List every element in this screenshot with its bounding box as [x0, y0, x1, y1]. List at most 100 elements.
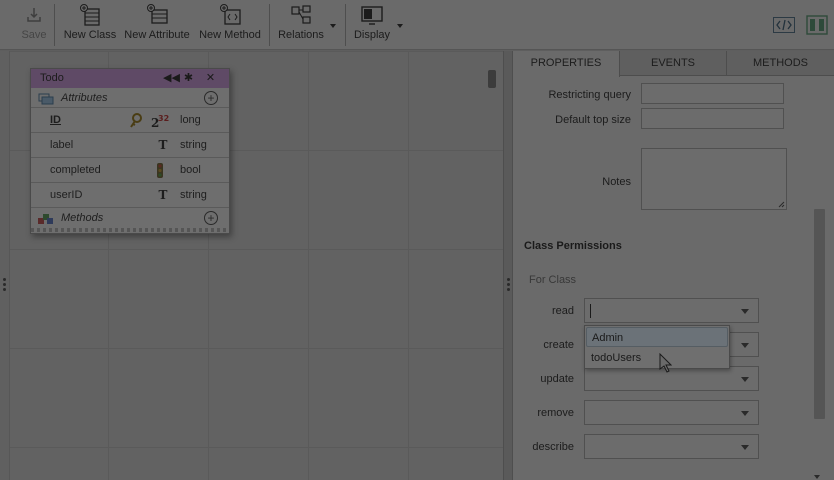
text-type-icon: T — [158, 138, 168, 152]
attribute-type: bool — [180, 164, 201, 176]
read-dropdown-list: Admin todoUsers — [584, 325, 730, 369]
attributes-icon — [38, 92, 54, 105]
methods-icon — [38, 212, 54, 224]
text-cursor — [590, 304, 591, 318]
attribute-row[interactable]: completed bool — [31, 158, 229, 183]
attribute-name: label — [50, 139, 74, 151]
restricting-query-input[interactable] — [641, 83, 784, 104]
permission-label-update: update — [540, 373, 574, 385]
left-splitter[interactable] — [0, 51, 10, 480]
new-class-icon — [79, 4, 101, 26]
read-select[interactable] — [584, 298, 759, 323]
attribute-name: completed — [50, 164, 101, 176]
describe-select[interactable] — [584, 434, 759, 459]
code-view-icon[interactable] — [773, 17, 795, 33]
add-attribute-icon[interactable]: + — [204, 91, 218, 105]
traffic-light-icon — [155, 163, 165, 178]
relations-dropdown-icon[interactable] — [330, 24, 336, 28]
notes-label: Notes — [602, 176, 631, 188]
tab-events[interactable]: EVENTS — [620, 51, 727, 76]
new-attribute-button[interactable]: New Attribute — [124, 4, 190, 46]
permission-label-read: read — [551, 305, 574, 317]
class-footer — [31, 228, 229, 232]
permission-label-remove: remove — [537, 407, 574, 419]
restricting-query-label: Restricting query — [548, 89, 631, 101]
default-top-size-label: Default top size — [555, 114, 631, 126]
attribute-row[interactable]: userID T string — [31, 183, 229, 208]
mouse-cursor-icon — [659, 352, 673, 373]
new-attribute-label: New Attribute — [124, 29, 190, 41]
tab-properties[interactable]: PROPERTIES — [513, 51, 620, 77]
attributes-section[interactable]: Attributes + — [31, 88, 229, 108]
methods-label: Methods — [61, 212, 104, 224]
new-method-button[interactable]: New Method — [198, 4, 262, 46]
default-top-size-input[interactable] — [641, 108, 784, 129]
attribute-name: ID — [50, 114, 61, 126]
toolbar: Save New Class New Attribute New Method … — [0, 0, 834, 50]
remove-select[interactable] — [584, 400, 759, 425]
permission-label-create: create — [543, 339, 574, 351]
permission-label-describe: describe — [532, 441, 574, 453]
svg-text:32: 32 — [158, 114, 169, 123]
save-icon — [23, 4, 45, 26]
grip-dot — [3, 288, 6, 291]
display-dropdown-icon[interactable] — [397, 24, 403, 28]
class-header[interactable]: Todo ◀◀ ✱ ✕ — [31, 69, 229, 88]
dropdown-option-admin[interactable]: Admin — [586, 327, 728, 347]
display-icon — [361, 4, 383, 26]
panel-tabs: PROPERTIES EVENTS METHODS — [513, 51, 834, 77]
attribute-row[interactable]: label T string — [31, 133, 229, 158]
panel-scrollbar-thumb[interactable] — [814, 209, 825, 419]
for-class-label: For Class — [529, 274, 577, 286]
grip-dot — [3, 283, 6, 286]
key-number-icon: 2 32 — [130, 112, 170, 130]
relations-icon — [290, 4, 312, 26]
relations-label: Relations — [278, 29, 324, 41]
class-title: Todo — [40, 72, 64, 84]
panel-splitter[interactable] — [503, 51, 513, 480]
relations-button[interactable]: Relations — [275, 4, 327, 46]
new-method-icon — [219, 4, 241, 26]
grip-dot — [507, 283, 510, 286]
attributes-label: Attributes — [61, 92, 108, 104]
attribute-row[interactable]: ID 2 32 long — [31, 108, 229, 133]
attribute-type: string — [180, 189, 207, 201]
save-button[interactable]: Save — [20, 4, 48, 46]
canvas-scrollbar[interactable] — [486, 66, 500, 480]
toolbar-separator — [345, 4, 346, 46]
chevron-down-icon — [741, 445, 749, 450]
canvas-scrollbar-thumb[interactable] — [488, 70, 496, 88]
dropdown-option-todousers[interactable]: todoUsers — [586, 348, 728, 368]
class-permissions-title: Class Permissions — [524, 240, 622, 252]
chevron-down-icon — [741, 343, 749, 348]
grip-dot — [3, 278, 6, 281]
class-todo[interactable]: Todo ◀◀ ✱ ✕ Attributes + ID 2 32 long lab… — [30, 68, 230, 234]
attribute-type: string — [180, 139, 207, 151]
panel-toggle-icon[interactable] — [806, 15, 828, 35]
attribute-name: userID — [50, 189, 83, 201]
attribute-type: long — [180, 114, 201, 126]
grip-dot — [507, 278, 510, 281]
methods-section[interactable]: Methods + — [31, 208, 229, 228]
scroll-down-icon[interactable] — [814, 475, 820, 479]
tab-methods[interactable]: METHODS — [727, 51, 834, 76]
gear-icon[interactable]: ✱ — [182, 72, 195, 85]
add-method-icon[interactable]: + — [204, 211, 218, 225]
notes-textarea[interactable] — [641, 148, 787, 210]
collapse-icon[interactable]: ◀◀ — [163, 72, 180, 85]
new-class-label: New Class — [63, 29, 117, 41]
chevron-down-icon — [741, 377, 749, 382]
display-label: Display — [353, 29, 391, 41]
new-attribute-icon — [146, 4, 168, 26]
grip-dot — [507, 288, 510, 291]
close-icon[interactable]: ✕ — [204, 72, 217, 85]
properties-panel: PROPERTIES EVENTS METHODS Restricting qu… — [513, 51, 834, 480]
display-button[interactable]: Display — [352, 4, 392, 46]
text-type-icon: T — [158, 188, 168, 202]
chevron-down-icon — [741, 411, 749, 416]
chevron-down-icon — [741, 309, 749, 314]
new-class-button[interactable]: New Class — [62, 4, 118, 46]
new-method-label: New Method — [199, 29, 261, 41]
toolbar-separator — [54, 4, 55, 46]
save-label: Save — [21, 29, 47, 41]
